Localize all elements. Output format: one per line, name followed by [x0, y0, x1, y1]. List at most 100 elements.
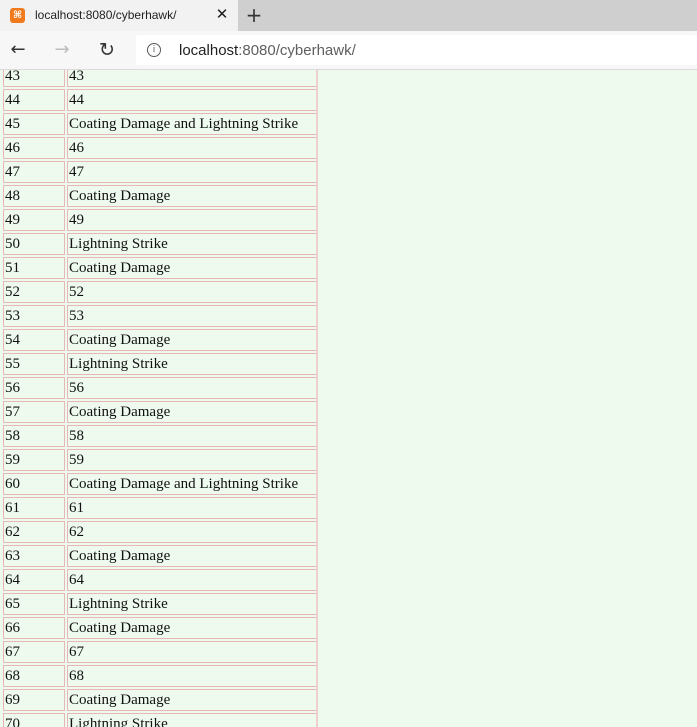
- table-row: 63 Coating Damage: [3, 545, 317, 567]
- row-id-cell: 67: [3, 641, 65, 663]
- page-viewport: 43 43 44 44 45 Coating Damage and Lightning S…: [0, 70, 697, 727]
- xampp-favicon-icon: ⌘: [10, 8, 25, 23]
- row-id-cell: 57: [3, 401, 65, 423]
- table-row: 45 Coating Damage and Lightning Strike: [3, 113, 317, 135]
- row-id-cell: 55: [3, 353, 65, 375]
- row-id-cell: 60: [3, 473, 65, 495]
- table-row: 58 58: [3, 425, 317, 447]
- url-path: :8080/cyberhawk/: [238, 42, 356, 59]
- frame-divider: [316, 70, 318, 727]
- url-host: localhost: [179, 42, 239, 59]
- address-bar[interactable]: i localhost:8080/cyberhawk/: [136, 35, 697, 65]
- browser-tab[interactable]: ⌘ localhost:8080/cyberhawk/ ✕: [0, 0, 238, 31]
- table-row: 55 Lightning Strike: [3, 353, 317, 375]
- results-table-wrapper: 43 43 44 44 45 Coating Damage and Lightning S…: [1, 70, 319, 727]
- close-tab-icon[interactable]: ✕: [214, 6, 230, 22]
- tab-title: localhost:8080/cyberhawk/: [35, 8, 177, 22]
- row-id-cell: 58: [3, 425, 65, 447]
- table-row: 70 Lightning Strike: [3, 713, 317, 727]
- row-value-cell: Coating Damage: [67, 185, 317, 207]
- row-value-cell: 46: [67, 137, 317, 159]
- row-value-cell: 64: [67, 569, 317, 591]
- row-id-cell: 54: [3, 329, 65, 351]
- new-tab-icon[interactable]: +: [244, 4, 264, 26]
- row-id-cell: 44: [3, 89, 65, 111]
- row-id-cell: 66: [3, 617, 65, 639]
- row-value-cell: 43: [67, 70, 317, 87]
- row-id-cell: 63: [3, 545, 65, 567]
- table-row: 51 Coating Damage: [3, 257, 317, 279]
- row-id-cell: 68: [3, 665, 65, 687]
- row-id-cell: 43: [3, 70, 65, 87]
- row-id-cell: 65: [3, 593, 65, 615]
- row-value-cell: Lightning Strike: [67, 233, 317, 255]
- tab-strip: ⌘ localhost:8080/cyberhawk/ ✕ +: [0, 0, 697, 31]
- row-value-cell: 44: [67, 89, 317, 111]
- row-value-cell: Lightning Strike: [67, 593, 317, 615]
- row-value-cell: 53: [67, 305, 317, 327]
- table-row: 69 Coating Damage: [3, 689, 317, 711]
- row-id-cell: 69: [3, 689, 65, 711]
- table-row: 44 44: [3, 89, 317, 111]
- table-row: 62 62: [3, 521, 317, 543]
- row-id-cell: 61: [3, 497, 65, 519]
- row-id-cell: 64: [3, 569, 65, 591]
- table-row: 46 46: [3, 137, 317, 159]
- table-row: 61 61: [3, 497, 317, 519]
- row-value-cell: Coating Damage: [67, 401, 317, 423]
- row-value-cell: 49: [67, 209, 317, 231]
- row-id-cell: 52: [3, 281, 65, 303]
- table-row: 52 52: [3, 281, 317, 303]
- back-icon[interactable]: ←: [6, 38, 30, 62]
- results-table-body: 43 43 44 44 45 Coating Damage and Lightning S…: [3, 70, 317, 727]
- row-value-cell: 61: [67, 497, 317, 519]
- row-value-cell: Lightning Strike: [67, 713, 317, 727]
- table-row: 59 59: [3, 449, 317, 471]
- table-row: 53 53: [3, 305, 317, 327]
- url-text[interactable]: localhost:8080/cyberhawk/: [179, 42, 356, 59]
- row-id-cell: 56: [3, 377, 65, 399]
- row-value-cell: 58: [67, 425, 317, 447]
- row-value-cell: Coating Damage: [67, 257, 317, 279]
- table-row: 43 43: [3, 70, 317, 87]
- table-row: 67 67: [3, 641, 317, 663]
- row-value-cell: 62: [67, 521, 317, 543]
- forward-icon[interactable]: →: [50, 38, 74, 62]
- row-value-cell: Coating Damage: [67, 689, 317, 711]
- row-id-cell: 59: [3, 449, 65, 471]
- table-row: 68 68: [3, 665, 317, 687]
- refresh-icon[interactable]: ↻: [95, 38, 119, 62]
- table-row: 50 Lightning Strike: [3, 233, 317, 255]
- browser-window: ⌘ localhost:8080/cyberhawk/ ✕ + ← → ↻ i …: [0, 0, 697, 727]
- row-id-cell: 47: [3, 161, 65, 183]
- table-row: 56 56: [3, 377, 317, 399]
- table-row: 60 Coating Damage and Lightning Strike: [3, 473, 317, 495]
- row-value-cell: Coating Damage and Lightning Strike: [67, 113, 317, 135]
- table-row: 47 47: [3, 161, 317, 183]
- table-row: 54 Coating Damage: [3, 329, 317, 351]
- row-id-cell: 51: [3, 257, 65, 279]
- row-id-cell: 53: [3, 305, 65, 327]
- row-value-cell: 52: [67, 281, 317, 303]
- site-info-icon[interactable]: i: [147, 43, 161, 57]
- row-value-cell: 68: [67, 665, 317, 687]
- row-value-cell: Lightning Strike: [67, 353, 317, 375]
- row-id-cell: 49: [3, 209, 65, 231]
- row-id-cell: 45: [3, 113, 65, 135]
- row-value-cell: 56: [67, 377, 317, 399]
- row-value-cell: Coating Damage: [67, 329, 317, 351]
- table-row: 65 Lightning Strike: [3, 593, 317, 615]
- navigation-bar: ← → ↻ i localhost:8080/cyberhawk/: [0, 31, 697, 70]
- row-value-cell: Coating Damage and Lightning Strike: [67, 473, 317, 495]
- row-value-cell: Coating Damage: [67, 617, 317, 639]
- table-row: 48 Coating Damage: [3, 185, 317, 207]
- table-row: 66 Coating Damage: [3, 617, 317, 639]
- row-id-cell: 46: [3, 137, 65, 159]
- table-row: 64 64: [3, 569, 317, 591]
- table-row: 57 Coating Damage: [3, 401, 317, 423]
- row-id-cell: 62: [3, 521, 65, 543]
- row-id-cell: 70: [3, 713, 65, 727]
- row-value-cell: 59: [67, 449, 317, 471]
- results-table: 43 43 44 44 45 Coating Damage and Lightning S…: [1, 70, 319, 727]
- row-value-cell: 67: [67, 641, 317, 663]
